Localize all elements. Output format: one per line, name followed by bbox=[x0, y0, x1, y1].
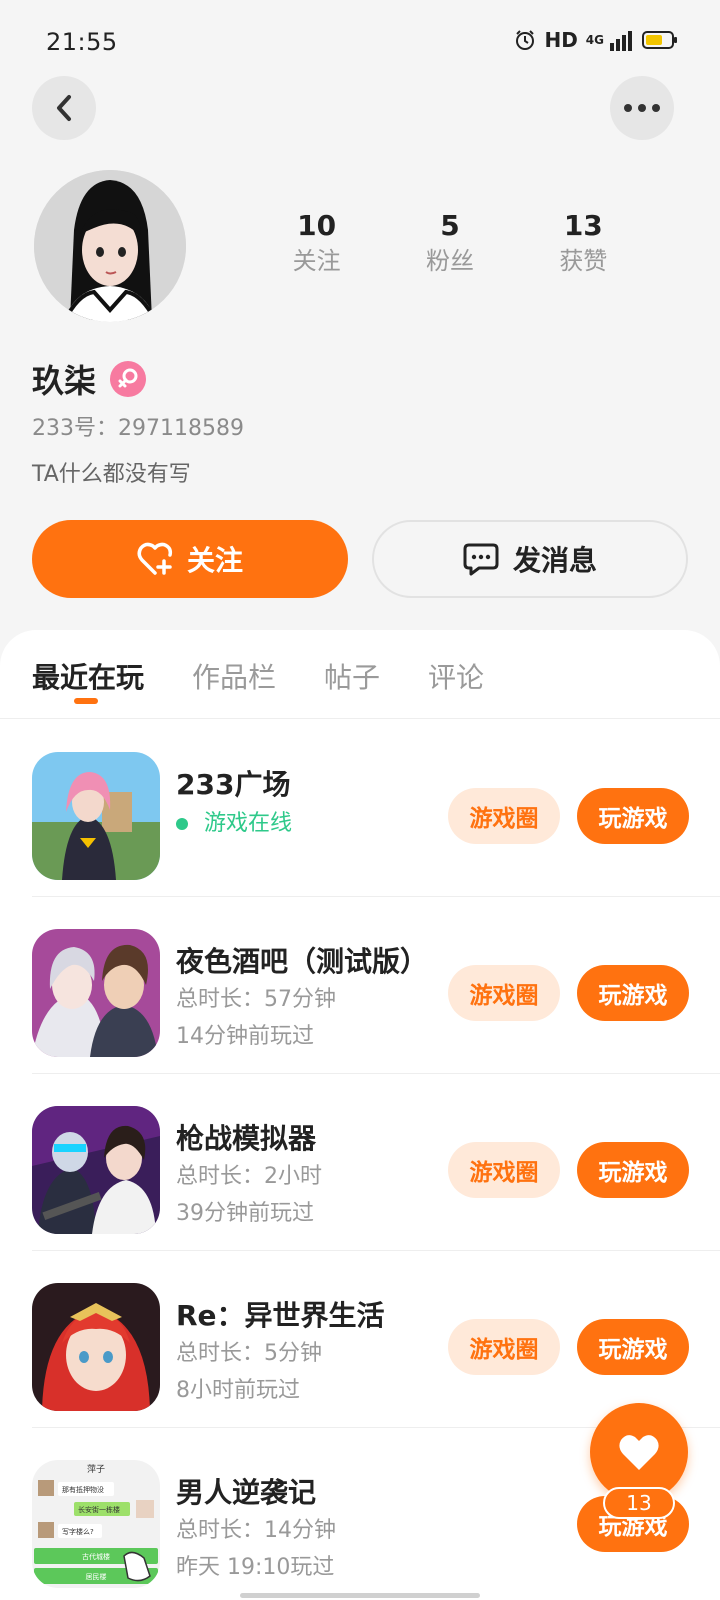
game-icon[interactable]: 萍子 那有抵押物没 长安街一栋楼 写字楼么? 古代城楼 居民楼 bbox=[32, 1460, 160, 1588]
status-icons: HD 4G bbox=[514, 28, 678, 52]
tab-bar: 最近在玩 作品栏 帖子 评论 bbox=[32, 658, 532, 710]
game-icon[interactable] bbox=[32, 1106, 160, 1234]
status-time: 21:55 bbox=[46, 28, 118, 56]
stat-fans[interactable]: 5 粉丝 bbox=[383, 208, 516, 278]
game-title: Re：异世界生活 bbox=[176, 1299, 385, 1332]
user-name: 玖柒 bbox=[32, 362, 97, 400]
signal-icon bbox=[610, 31, 632, 51]
game-duration: 总时长：57分钟 bbox=[176, 987, 336, 1012]
game-circle-button[interactable]: 游戏圈 bbox=[448, 1319, 560, 1375]
message-label: 发消息 bbox=[512, 544, 597, 577]
icon-chat-bubble-3: 写字楼么? bbox=[62, 1527, 94, 1536]
user-bio: TA什么都没有写 bbox=[32, 462, 191, 487]
message-button[interactable]: 发消息 bbox=[372, 520, 688, 598]
stat-likes[interactable]: 13 获赞 bbox=[517, 208, 650, 278]
game-last-played: 8小时前玩过 bbox=[176, 1378, 300, 1403]
game-duration: 总时长：5分钟 bbox=[176, 1341, 322, 1366]
play-game-button[interactable]: 玩游戏 bbox=[577, 965, 689, 1021]
stat-label: 关注 bbox=[292, 247, 341, 275]
game-duration: 总时长：2小时 bbox=[176, 1164, 322, 1189]
heart-icon bbox=[619, 1435, 659, 1470]
tabs-divider bbox=[0, 718, 720, 719]
game-title: 夜色酒吧（测试版） bbox=[176, 945, 429, 978]
game-last-played: 14分钟前玩过 bbox=[176, 1024, 314, 1049]
tab-works[interactable]: 作品栏 bbox=[192, 658, 276, 710]
stat-following[interactable]: 10 关注 bbox=[250, 208, 383, 278]
name-row: 玖柒 bbox=[32, 356, 147, 402]
game-icon-image bbox=[32, 1106, 160, 1234]
stat-value: 13 bbox=[563, 209, 603, 242]
online-text: 游戏在线 bbox=[204, 811, 293, 836]
more-dots-icon bbox=[624, 104, 660, 112]
icon-chat-bubble-2: 长安街一栋楼 bbox=[78, 1505, 120, 1514]
like-count-badge: 13 bbox=[603, 1487, 675, 1519]
game-last-played: 39分钟前玩过 bbox=[176, 1201, 314, 1226]
stat-label: 粉丝 bbox=[425, 247, 474, 275]
game-info: 枪战模拟器 总时长：2小时 39分钟前玩过 bbox=[176, 1120, 322, 1232]
stat-value: 5 bbox=[440, 209, 460, 242]
battery-icon bbox=[642, 31, 677, 49]
game-title: 男人逆袭记 bbox=[176, 1476, 317, 1509]
game-title: 233广场 bbox=[176, 768, 291, 801]
game-info: 233广场 游戏在线 bbox=[176, 766, 292, 844]
avatar-image bbox=[34, 170, 186, 322]
chat-bubble-icon bbox=[463, 543, 499, 576]
game-title: 枪战模拟器 bbox=[176, 1122, 317, 1155]
game-row[interactable]: Re：异世界生活 总时长：5分钟 8小时前玩过 游戏圈 玩游戏 bbox=[0, 1251, 720, 1428]
profile-stats: 10 关注 5 粉丝 13 获赞 bbox=[250, 208, 650, 278]
game-icon[interactable] bbox=[32, 1283, 160, 1411]
more-button[interactable] bbox=[610, 76, 674, 140]
back-arrow-icon bbox=[57, 95, 71, 121]
user-id: 233号：297118589 bbox=[32, 416, 244, 441]
gender-badge bbox=[110, 361, 147, 397]
game-duration: 总时长：14分钟 bbox=[176, 1518, 336, 1543]
game-info: 男人逆袭记 总时长：14分钟 昨天 19:10玩过 bbox=[176, 1474, 336, 1586]
stat-label: 获赞 bbox=[559, 247, 608, 275]
game-icon-image bbox=[32, 929, 160, 1057]
play-game-button[interactable]: 玩游戏 bbox=[577, 1142, 689, 1198]
icon-chat-header: 萍子 bbox=[87, 1464, 105, 1475]
tab-comments[interactable]: 评论 bbox=[428, 658, 484, 710]
follow-button[interactable]: 关注 bbox=[32, 520, 348, 598]
game-info: 夜色酒吧（测试版） 总时长：57分钟 14分钟前玩过 bbox=[176, 943, 428, 1055]
status-bar: 21:55 HD 4G bbox=[0, 0, 720, 80]
game-row[interactable]: 枪战模拟器 总时长：2小时 39分钟前玩过 游戏圈 玩游戏 bbox=[0, 1074, 720, 1251]
female-icon bbox=[118, 368, 138, 388]
alarm-icon bbox=[516, 30, 535, 50]
play-game-button[interactable]: 玩游戏 bbox=[577, 1319, 689, 1375]
game-info: Re：异世界生活 总时长：5分钟 8小时前玩过 bbox=[176, 1297, 385, 1409]
game-circle-button[interactable]: 游戏圈 bbox=[448, 1142, 560, 1198]
tab-indicator bbox=[74, 698, 98, 704]
icon-chat-bubble-1: 那有抵押物没 bbox=[62, 1485, 104, 1494]
online-dot bbox=[176, 818, 188, 830]
game-icon[interactable] bbox=[32, 752, 160, 880]
follow-label: 关注 bbox=[186, 544, 243, 577]
tab-posts[interactable]: 帖子 bbox=[324, 658, 380, 710]
icon-chat-option-2: 居民楼 bbox=[86, 1572, 107, 1581]
back-button[interactable] bbox=[32, 76, 96, 140]
avatar[interactable] bbox=[34, 170, 186, 322]
online-status: 游戏在线 bbox=[176, 804, 292, 844]
stat-value: 10 bbox=[297, 209, 337, 242]
play-game-button[interactable]: 玩游戏 bbox=[577, 788, 689, 844]
network-label: 4G bbox=[585, 33, 604, 47]
icon-chat-option-1: 古代城楼 bbox=[82, 1552, 110, 1561]
hd-label: HD bbox=[544, 28, 578, 52]
game-icon[interactable] bbox=[32, 929, 160, 1057]
game-circle-button[interactable]: 游戏圈 bbox=[448, 965, 560, 1021]
game-row[interactable]: 夜色酒吧（测试版） 总时长：57分钟 14分钟前玩过 游戏圈 玩游戏 bbox=[0, 897, 720, 1074]
game-icon-image: 萍子 那有抵押物没 长安街一栋楼 写字楼么? 古代城楼 居民楼 bbox=[32, 1460, 160, 1588]
heart-plus-icon bbox=[137, 542, 173, 575]
game-row[interactable]: 233广场 游戏在线 游戏圈 玩游戏 bbox=[0, 720, 720, 897]
game-icon-image bbox=[32, 752, 160, 880]
game-circle-button[interactable]: 游戏圈 bbox=[448, 788, 560, 844]
home-indicator[interactable] bbox=[240, 1593, 480, 1598]
game-icon-image bbox=[32, 1283, 160, 1411]
game-last-played: 昨天 19:10玩过 bbox=[176, 1555, 335, 1580]
